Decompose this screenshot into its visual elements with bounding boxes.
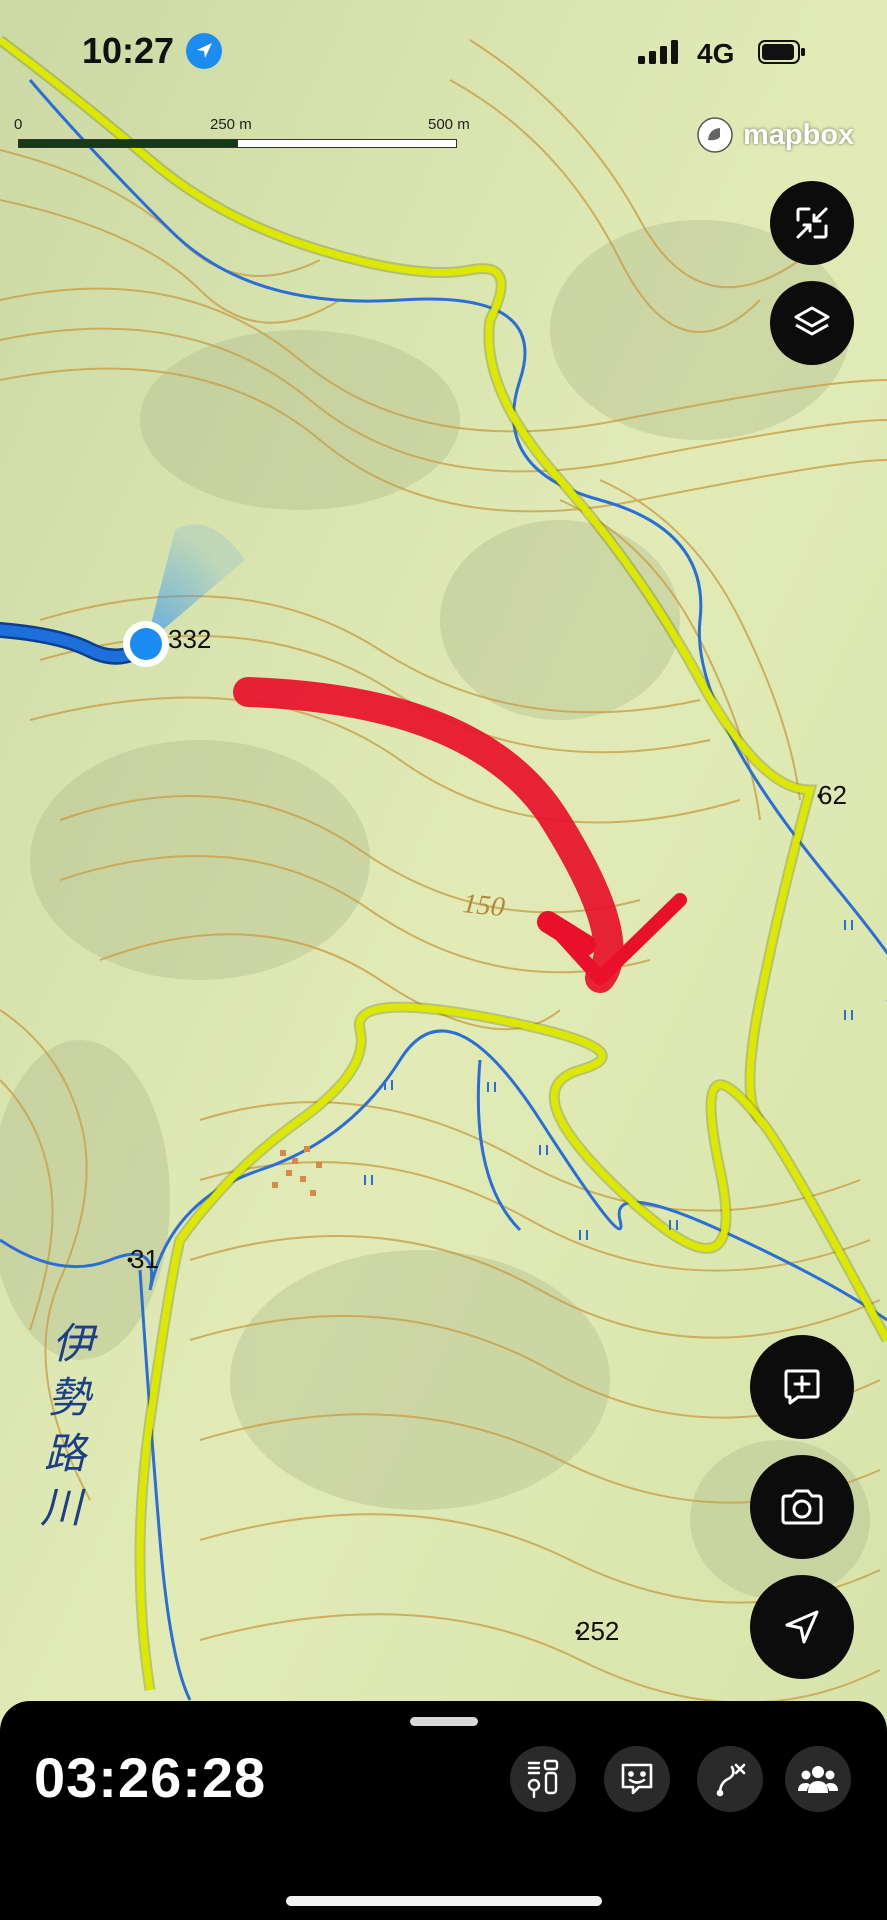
status-bar: 10:27 4G [0, 0, 887, 110]
face-chat-button[interactable] [604, 1746, 670, 1812]
scale-label-0: 0 [14, 116, 23, 133]
add-note-button[interactable] [750, 1335, 854, 1439]
network-type: 4G [697, 38, 735, 69]
trail-info-icon [527, 1759, 559, 1799]
recenter-location-button[interactable] [750, 1575, 854, 1679]
trail-info-button[interactable] [510, 1746, 576, 1812]
svg-text:川: 川 [40, 1483, 86, 1532]
scale-label-500: 500 m [428, 116, 470, 133]
location-arrow-icon [785, 1610, 819, 1644]
svg-text:勢: 勢 [48, 1373, 94, 1422]
elevation-label: 252 [576, 1616, 619, 1646]
add-note-icon [784, 1369, 820, 1405]
mapbox-wordmark: mapbox [743, 118, 855, 151]
layers-icon [794, 306, 830, 336]
elapsed-time: 03:26:28 [34, 1746, 267, 1809]
svg-text:路: 路 [44, 1429, 89, 1478]
battery-icon [758, 40, 806, 69]
cellular-signal-icon [638, 40, 682, 69]
mapbox-mark-icon [697, 117, 733, 153]
camera-button[interactable] [750, 1455, 854, 1559]
status-time: 10:27 [82, 30, 175, 71]
mapbox-logo[interactable]: mapbox [695, 115, 854, 155]
contour-label: 150 [461, 888, 506, 923]
camera-icon [781, 1489, 823, 1525]
panel-drag-handle[interactable] [410, 1717, 478, 1726]
route-off-icon [716, 1763, 746, 1797]
elevation-label: 332 [168, 624, 211, 654]
svg-text:伊: 伊 [52, 1319, 98, 1368]
layers-button[interactable] [770, 281, 854, 365]
group-button[interactable] [785, 1746, 851, 1812]
route-off-button[interactable] [697, 1746, 763, 1812]
fullscreen-button[interactable] [770, 181, 854, 265]
expand-icon [796, 207, 828, 239]
group-icon [798, 1766, 838, 1793]
location-services-icon [186, 33, 222, 69]
elevation-label: 62 [818, 780, 847, 810]
elevation-label: 31 [130, 1244, 159, 1274]
recording-panel[interactable]: 03:26:28 [0, 1701, 887, 1920]
home-indicator[interactable] [286, 1896, 602, 1906]
scale-fill [18, 139, 238, 148]
face-chat-icon [621, 1763, 653, 1795]
scale-label-250: 250 m [210, 116, 252, 133]
